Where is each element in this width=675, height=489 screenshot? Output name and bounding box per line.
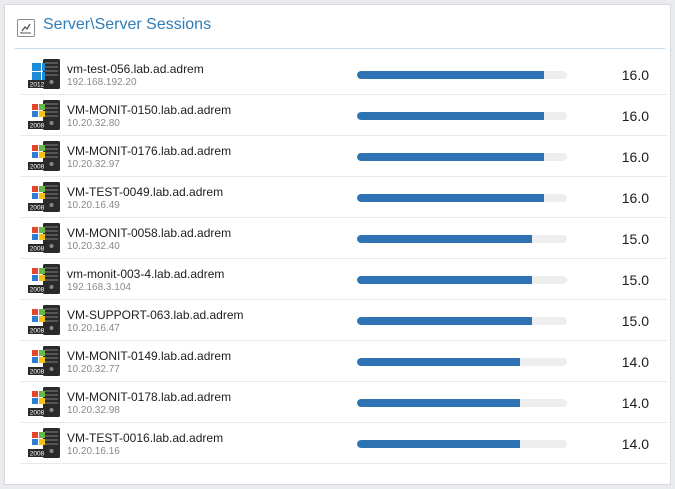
sessions-bar-fill bbox=[357, 153, 544, 161]
sessions-bar bbox=[357, 71, 567, 79]
sessions-bar-fill bbox=[357, 112, 544, 120]
session-list: 2012 vm-test-056.lab.ad.adrem 192.168.19… bbox=[20, 55, 667, 465]
windows-server-icon: 2008 bbox=[28, 263, 62, 295]
os-version-badge: 2008 bbox=[30, 328, 45, 335]
sessions-bar bbox=[357, 276, 567, 284]
sessions-value: 16.0 bbox=[621, 67, 649, 83]
windows-server-icon: 2008 bbox=[28, 345, 62, 377]
session-row[interactable]: 2008 VM-MONIT-0176.lab.ad.adrem 10.20.32… bbox=[20, 137, 667, 177]
host-name[interactable]: VM-MONIT-0058.lab.ad.adrem bbox=[67, 226, 231, 240]
session-row[interactable]: 2008 VM-MONIT-0149.lab.ad.adrem 10.20.32… bbox=[20, 342, 667, 382]
host-name[interactable]: VM-SUPPORT-063.lab.ad.adrem bbox=[67, 308, 244, 322]
sessions-bar-fill bbox=[357, 71, 544, 79]
sessions-value: 15.0 bbox=[621, 272, 649, 288]
session-row[interactable]: 2008 VM-MONIT-0058.lab.ad.adrem 10.20.32… bbox=[20, 219, 667, 259]
windows-server-icon: 2008 bbox=[28, 386, 62, 418]
windows-server-icon: 2008 bbox=[28, 99, 62, 131]
session-row[interactable]: 2008 VM-TEST-0049.lab.ad.adrem 10.20.16.… bbox=[20, 178, 667, 218]
host-ip: 10.20.32.97 bbox=[67, 159, 120, 170]
host-ip: 10.20.32.77 bbox=[67, 364, 120, 375]
sessions-bar-fill bbox=[357, 440, 521, 448]
sessions-bar bbox=[357, 153, 567, 161]
os-version-badge: 2008 bbox=[30, 246, 45, 253]
sessions-bar-fill bbox=[357, 235, 532, 243]
host-name[interactable]: VM-MONIT-0149.lab.ad.adrem bbox=[67, 349, 231, 363]
session-row[interactable]: 2008 VM-MONIT-0178.lab.ad.adrem 10.20.32… bbox=[20, 383, 667, 423]
host-name[interactable]: VM-MONIT-0178.lab.ad.adrem bbox=[67, 390, 231, 404]
windows-server-icon: 2008 bbox=[28, 222, 62, 254]
sessions-value: 14.0 bbox=[621, 354, 649, 370]
sessions-value: 16.0 bbox=[621, 190, 649, 206]
host-ip: 10.20.16.16 bbox=[67, 446, 120, 457]
sessions-bar bbox=[357, 194, 567, 202]
server-sessions-panel: Server\Server Sessions 2012 vm-test-056.… bbox=[4, 4, 671, 485]
sessions-bar bbox=[357, 358, 567, 366]
windows-server-icon: 2008 bbox=[28, 181, 62, 213]
sessions-bar-fill bbox=[357, 276, 532, 284]
host-ip: 10.20.16.49 bbox=[67, 200, 120, 211]
host-name[interactable]: vm-monit-003-4.lab.ad.adrem bbox=[67, 267, 224, 281]
windows-server-icon: 2008 bbox=[28, 304, 62, 336]
os-version-badge: 2008 bbox=[30, 287, 45, 294]
sessions-bar-fill bbox=[357, 194, 544, 202]
os-version-badge: 2008 bbox=[30, 164, 45, 171]
sessions-bar bbox=[357, 112, 567, 120]
sessions-value: 14.0 bbox=[621, 436, 649, 452]
panel-header: Server\Server Sessions bbox=[15, 13, 665, 49]
sessions-value: 15.0 bbox=[621, 313, 649, 329]
sessions-value: 16.0 bbox=[621, 149, 649, 165]
host-ip: 192.168.3.104 bbox=[67, 282, 131, 293]
sessions-value: 14.0 bbox=[621, 395, 649, 411]
host-name[interactable]: VM-TEST-0049.lab.ad.adrem bbox=[67, 185, 223, 199]
os-version-badge: 2012 bbox=[30, 82, 45, 89]
sessions-bar bbox=[357, 235, 567, 243]
host-ip: 10.20.32.80 bbox=[67, 118, 120, 129]
os-version-badge: 2008 bbox=[30, 205, 45, 212]
host-ip: 192.168.192.20 bbox=[67, 77, 137, 88]
sessions-bar bbox=[357, 317, 567, 325]
windows-server-icon: 2008 bbox=[28, 140, 62, 172]
host-name[interactable]: vm-test-056.lab.ad.adrem bbox=[67, 62, 204, 76]
sessions-value: 16.0 bbox=[621, 108, 649, 124]
host-ip: 10.20.32.40 bbox=[67, 241, 120, 252]
sessions-bar-fill bbox=[357, 399, 521, 407]
os-version-badge: 2008 bbox=[30, 123, 45, 130]
panel-title[interactable]: Server\Server Sessions bbox=[43, 16, 211, 34]
host-ip: 10.20.32.98 bbox=[67, 405, 120, 416]
session-row[interactable]: 2008 VM-TEST-0016.lab.ad.adrem 10.20.16.… bbox=[20, 424, 667, 464]
windows-server-icon: 2008 bbox=[28, 427, 62, 459]
windows-server-icon: 2012 bbox=[28, 58, 62, 90]
sessions-bar bbox=[357, 399, 567, 407]
line-chart-icon[interactable] bbox=[17, 19, 35, 37]
session-row[interactable]: 2012 vm-test-056.lab.ad.adrem 192.168.19… bbox=[20, 55, 667, 95]
session-row[interactable]: 2008 vm-monit-003-4.lab.ad.adrem 192.168… bbox=[20, 260, 667, 300]
sessions-bar-fill bbox=[357, 358, 521, 366]
host-name[interactable]: VM-TEST-0016.lab.ad.adrem bbox=[67, 431, 223, 445]
sessions-bar bbox=[357, 440, 567, 448]
session-row[interactable]: 2008 VM-MONIT-0150.lab.ad.adrem 10.20.32… bbox=[20, 96, 667, 136]
host-name[interactable]: VM-MONIT-0150.lab.ad.adrem bbox=[67, 103, 231, 117]
sessions-bar-fill bbox=[357, 317, 532, 325]
sessions-value: 15.0 bbox=[621, 231, 649, 247]
host-name[interactable]: VM-MONIT-0176.lab.ad.adrem bbox=[67, 144, 231, 158]
host-ip: 10.20.16.47 bbox=[67, 323, 120, 334]
os-version-badge: 2008 bbox=[30, 410, 45, 417]
session-row[interactable]: 2008 VM-SUPPORT-063.lab.ad.adrem 10.20.1… bbox=[20, 301, 667, 341]
os-version-badge: 2008 bbox=[30, 451, 45, 458]
os-version-badge: 2008 bbox=[30, 369, 45, 376]
